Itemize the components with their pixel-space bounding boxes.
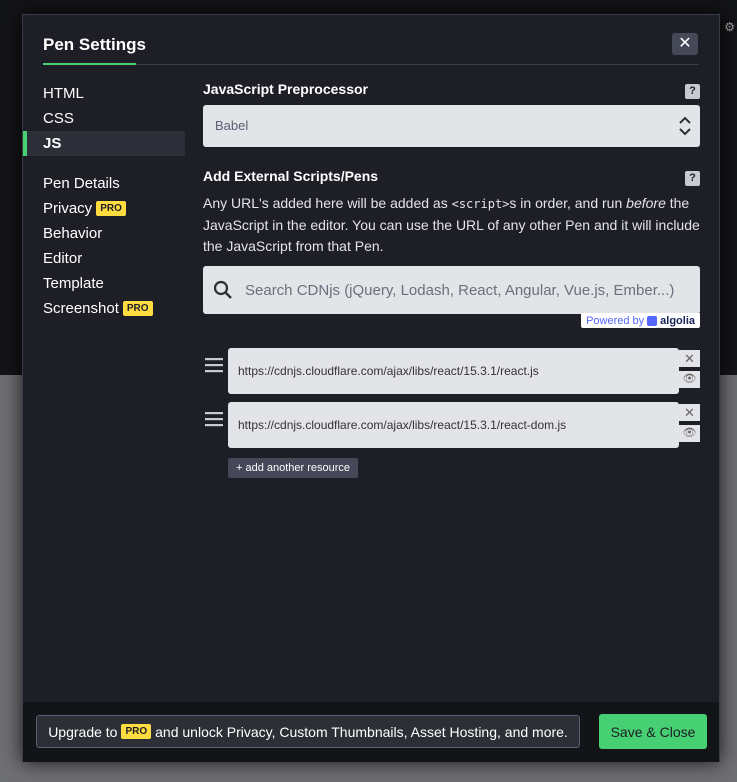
save-close-button[interactable]: Save & Close xyxy=(599,714,707,749)
pro-badge: PRO xyxy=(121,724,152,739)
algolia-brand: algolia xyxy=(660,314,695,327)
sidebar-item-label: Screenshot xyxy=(43,300,119,317)
gear-icon: ⚙ xyxy=(724,20,735,34)
desc-emphasis: before xyxy=(626,195,666,211)
modal-footer: Upgrade to PRO and unlock Privacy, Custo… xyxy=(23,702,719,762)
resource-url-input[interactable] xyxy=(228,348,679,394)
search-icon xyxy=(213,280,232,299)
modal-title: Pen Settings xyxy=(43,35,146,54)
algolia-logo-icon xyxy=(647,315,658,326)
preprocessor-label: JavaScript Preprocessor xyxy=(203,81,368,97)
preview-eye-icon[interactable]: 👁 xyxy=(679,371,700,388)
pen-settings-modal: Pen Settings ✕ HTML CSS JS Pen Details P… xyxy=(22,14,720,762)
sidebar-item-label: Privacy xyxy=(43,200,93,217)
sidebar-item-privacy[interactable]: Privacy PRO xyxy=(23,196,185,221)
help-icon[interactable]: ? xyxy=(685,84,700,99)
header-divider xyxy=(136,64,699,65)
upgrade-button[interactable]: Upgrade to PRO and unlock Privacy, Custo… xyxy=(36,715,580,748)
preprocessor-select[interactable]: Babel xyxy=(203,105,700,147)
preview-eye-icon[interactable]: 👁 xyxy=(679,425,700,442)
external-description: Any URL's added here will be added as <s… xyxy=(203,193,703,257)
external-header: Add External Scripts/Pens ? xyxy=(203,168,700,188)
sidebar-item-label: Editor xyxy=(43,250,83,267)
settings-sidebar: HTML CSS JS Pen Details Privacy PRO Beha… xyxy=(23,81,185,321)
sidebar-item-behavior[interactable]: Behavior xyxy=(23,221,185,246)
algolia-attribution[interactable]: Powered by algolia xyxy=(581,313,700,328)
resource-row: ✕ 👁 xyxy=(203,348,700,394)
sidebar-item-label: Pen Details xyxy=(43,175,120,192)
sidebar-item-label: HTML xyxy=(43,85,84,102)
pro-badge: PRO xyxy=(122,301,153,316)
sidebar-item-label: Behavior xyxy=(43,225,103,242)
remove-resource-icon[interactable]: ✕ xyxy=(679,404,700,421)
title-underline xyxy=(43,63,136,65)
upgrade-prefix: Upgrade to xyxy=(48,723,118,740)
sidebar-item-html[interactable]: HTML xyxy=(23,81,185,106)
sidebar-item-template[interactable]: Template xyxy=(23,271,185,296)
modal-header: Pen Settings ✕ xyxy=(23,15,719,67)
desc-code: <script> xyxy=(451,197,510,211)
preprocessor-header: JavaScript Preprocessor ? xyxy=(203,81,700,101)
select-arrows-icon xyxy=(679,116,691,136)
sidebar-item-label: JS xyxy=(43,135,62,152)
remove-resource-icon[interactable]: ✕ xyxy=(679,350,700,367)
external-scripts-label: Add External Scripts/Pens xyxy=(203,168,379,184)
preprocessor-selected: Babel xyxy=(215,118,249,133)
add-resource-button[interactable]: + add another resource xyxy=(228,458,359,478)
sidebar-item-pen-details[interactable]: Pen Details xyxy=(23,171,185,196)
sidebar-item-editor[interactable]: Editor xyxy=(23,246,185,271)
sidebar-item-label: CSS xyxy=(43,110,74,127)
resource-url-input[interactable] xyxy=(228,402,679,448)
drag-handle-icon[interactable] xyxy=(205,410,223,428)
cdn-search-input[interactable] xyxy=(245,266,685,314)
help-icon[interactable]: ? xyxy=(685,171,700,186)
sidebar-item-css[interactable]: CSS xyxy=(23,106,185,131)
close-button[interactable]: ✕ xyxy=(672,33,698,55)
sidebar-item-label: Template xyxy=(43,275,104,292)
upgrade-suffix: and unlock Privacy, Custom Thumbnails, A… xyxy=(155,723,568,740)
desc-text: s in order, and run xyxy=(509,195,627,211)
pro-badge: PRO xyxy=(96,201,126,216)
powered-by-text: Powered by xyxy=(586,314,645,327)
cdn-search xyxy=(203,266,700,314)
desc-text: Any URL's added here will be added as xyxy=(203,195,452,211)
sidebar-item-screenshot[interactable]: Screenshot PRO xyxy=(23,296,185,321)
sidebar-item-js[interactable]: JS xyxy=(23,131,185,156)
resource-row: ✕ 👁 xyxy=(203,402,700,448)
drag-handle-icon[interactable] xyxy=(205,356,223,374)
